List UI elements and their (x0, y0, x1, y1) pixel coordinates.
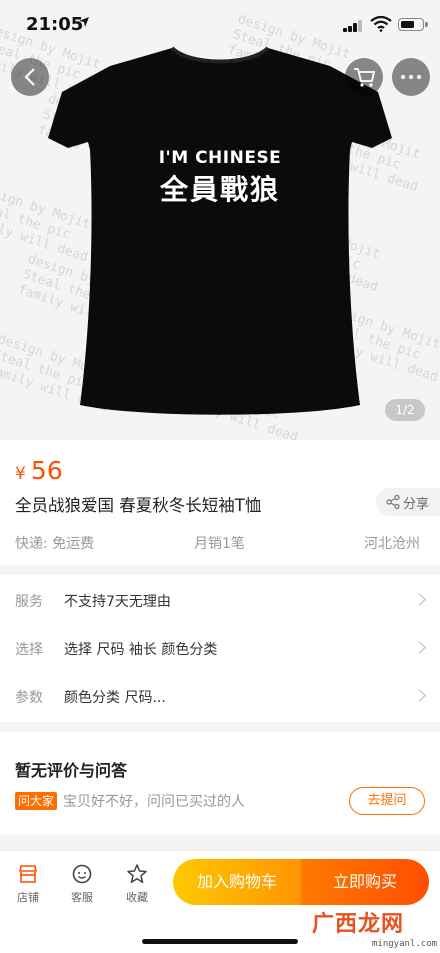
battery-icon (398, 18, 428, 31)
site-watermark-url: mingyanl.com (372, 939, 438, 949)
image-pager: 1/2 (385, 399, 425, 421)
back-button[interactable] (11, 58, 49, 96)
location-arrow-icon (79, 17, 89, 27)
site-watermark-logo: 广西龙网 (312, 912, 405, 937)
share-icon (386, 495, 400, 509)
share-label: 分享 (403, 496, 430, 512)
property-label: 服务 (15, 594, 43, 610)
ship-origin: 河北沧州 (364, 536, 420, 552)
chevron-right-icon (413, 641, 426, 654)
property-row-service[interactable]: 服务 不支持7天无理由 (0, 591, 440, 615)
shirt-print-line1: I'M CHINESE (158, 148, 282, 168)
ask-question-button[interactable]: 去提问 (349, 787, 425, 815)
shop-icon (19, 865, 37, 883)
price-value: 56 (30, 456, 63, 485)
shipping-info: 快递: 免运费 (15, 536, 95, 552)
cart-icon (354, 68, 376, 87)
wifi-icon (370, 16, 392, 32)
favorite-label: 收藏 (126, 891, 148, 904)
section-divider (0, 565, 440, 575)
more-dots-icon (401, 75, 421, 79)
property-label: 参数 (15, 690, 43, 706)
chevron-right-icon (413, 593, 426, 606)
favorite-tab[interactable]: 收藏 (117, 863, 157, 905)
share-button[interactable]: 分享 (376, 488, 440, 516)
reviews-title: 暂无评价与问答 (15, 761, 128, 780)
star-icon (127, 864, 147, 884)
chevron-left-icon (24, 68, 35, 86)
product-title: 全员战狼爱国 春夏秋冬长短袖T恤 (15, 496, 262, 515)
property-row-params[interactable]: 参数 颜色分类 尺码... (0, 687, 440, 711)
property-value: 选择 尺码 袖长 颜色分类 (64, 642, 218, 658)
monthly-sales: 月销1笔 (194, 536, 245, 552)
more-button[interactable] (392, 58, 430, 96)
status-bar: 21:05 (0, 0, 440, 48)
property-row-select[interactable]: 选择 选择 尺码 袖长 颜色分类 (0, 639, 440, 663)
product-image-carousel[interactable]: design by Mojit Steal the pic family will … (0, 0, 440, 440)
home-indicator (142, 939, 298, 944)
section-divider (0, 835, 440, 850)
property-value: 颜色分类 尺码... (64, 690, 166, 706)
shop-tab[interactable]: 店铺 (8, 863, 48, 905)
customer-service-icon (72, 864, 92, 884)
property-value: 不支持7天无理由 (64, 594, 171, 610)
chevron-right-icon (413, 689, 426, 702)
currency-symbol: ¥ (15, 464, 26, 484)
status-time: 21:05 (26, 14, 84, 35)
add-to-cart-button[interactable]: 加入购物车 (173, 859, 301, 905)
customer-service-label: 客服 (71, 891, 93, 904)
ask-everyone-tag: 问大家 (15, 792, 58, 810)
shop-label: 店铺 (17, 891, 39, 904)
ask-hint: 宝贝好不好，问问已买过的人 (63, 794, 245, 810)
shirt-print-line2: 全員戰狼 (159, 173, 280, 206)
section-divider (0, 722, 440, 732)
price: ¥ 56 (15, 456, 63, 485)
customer-service-tab[interactable]: 客服 (62, 863, 102, 905)
buy-now-button[interactable]: 立即购买 (301, 859, 429, 905)
cellular-signal-icon (343, 20, 363, 32)
property-label: 选择 (15, 642, 43, 658)
cart-button[interactable] (345, 58, 383, 96)
